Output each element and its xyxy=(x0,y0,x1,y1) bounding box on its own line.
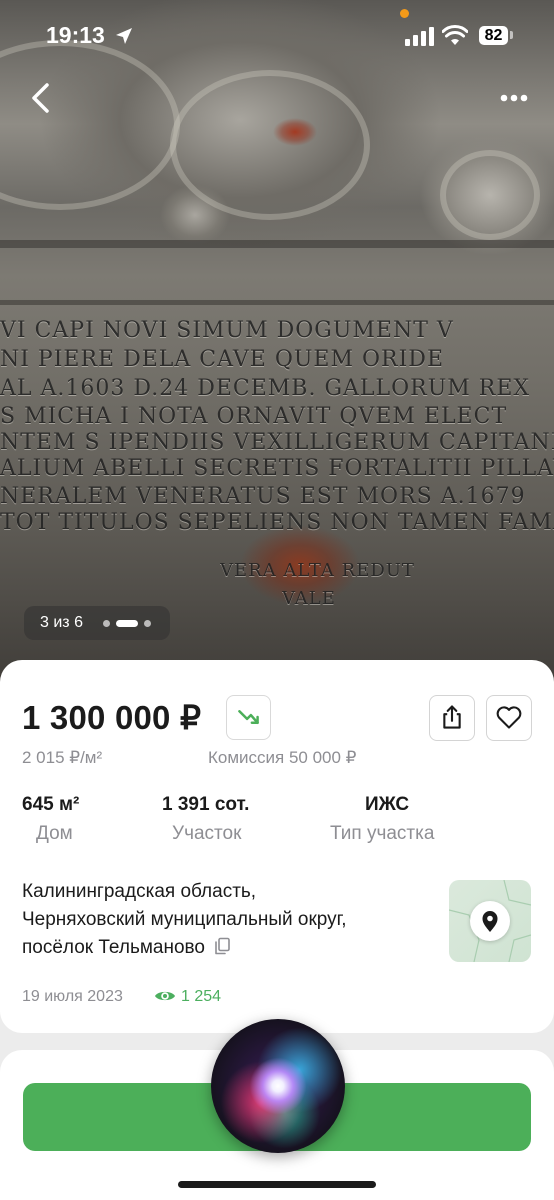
photo-detail xyxy=(0,300,554,305)
address-line: Черняховский муниципальный округ, xyxy=(22,909,347,930)
copy-icon[interactable] xyxy=(213,936,231,955)
plot-area-label: Участок xyxy=(172,823,242,844)
battery-icon: 82 xyxy=(477,24,513,47)
eye-icon xyxy=(155,991,175,1001)
plot-area-value: 1 391 сот. xyxy=(162,794,250,815)
gallery-counter: 3 из 6 xyxy=(24,606,170,640)
commission: Комиссия 50 000 ₽ xyxy=(208,748,357,767)
listing-info-card: 1 300 000 ₽ 2 015 ₽/м² Комиссия 50 000 ₽… xyxy=(0,660,554,1033)
address-line: посёлок Тельманово xyxy=(22,937,205,958)
battery-level: 82 xyxy=(479,26,508,45)
gallery-dot-active xyxy=(116,620,138,627)
inscription-line: NTEM S IPENDIIS VEXILLIGERUM CAPITANE xyxy=(0,430,554,455)
inscription-line: TOT TITULOS SEPELIENS NON TAMEN FAMA xyxy=(0,510,554,535)
photo-detail xyxy=(170,70,370,220)
chevron-left-icon[interactable] xyxy=(26,80,58,116)
address: Калининградская область, Черняховский му… xyxy=(22,878,432,962)
gallery-dot xyxy=(103,620,110,627)
price-per-m2: 2 015 ₽/м² xyxy=(22,748,103,767)
map-pin-icon xyxy=(482,911,498,932)
ellipsis-icon[interactable] xyxy=(496,86,532,110)
share-icon xyxy=(443,705,461,729)
inscription-line: AL A.1603 D.24 DECEMB. GALLORUM REX xyxy=(0,376,531,401)
battery-tip xyxy=(510,31,513,39)
privacy-indicator xyxy=(400,9,409,18)
inscription-line: VERA ALTA REDUT xyxy=(220,560,415,581)
gallery-dot xyxy=(144,620,151,627)
publish-date: 19 июля 2023 xyxy=(22,988,123,1005)
inscription-line: S MICHA I NOTA ORNAVIT QVEM ELECT xyxy=(0,404,508,429)
inscription-line: VI CAPI NOVI SIMUM DOGUMENT V xyxy=(0,318,454,343)
photo-detail xyxy=(0,240,554,248)
share-button[interactable] xyxy=(429,695,475,741)
house-area-label: Дом xyxy=(36,823,73,844)
status-bar: 19:13 82 xyxy=(0,0,554,70)
plot-type-label: Тип участка xyxy=(330,823,435,844)
signal-icon xyxy=(405,27,434,46)
gallery-counter-text: 3 из 6 xyxy=(40,614,83,631)
inscription-line: VALE xyxy=(282,588,336,609)
house-area-value: 645 м² xyxy=(22,794,80,815)
photo-detail xyxy=(440,150,540,240)
listing-photo[interactable]: VI CAPI NOVI SIMUM DOGUMENT V NI PIERE D… xyxy=(0,0,554,690)
listing-price: 1 300 000 ₽ xyxy=(22,699,202,736)
location-arrow-icon xyxy=(116,28,132,44)
address-line-last: посёлок Тельманово xyxy=(22,934,432,962)
siri-orb[interactable] xyxy=(211,1019,345,1153)
status-time: 19:13 xyxy=(46,22,105,48)
inscription-line: NERALEM VENERATUS EST MORS A.1679 xyxy=(0,484,526,509)
favorite-button[interactable] xyxy=(486,695,532,741)
trend-down-icon xyxy=(238,710,259,724)
views-count: 1 254 xyxy=(181,988,222,1005)
inscription-line: NI PIERE DELA CAVE QUEM ORIDE xyxy=(0,347,445,372)
map-pin-button xyxy=(470,901,510,941)
wifi-icon xyxy=(442,25,468,45)
home-indicator[interactable] xyxy=(178,1181,376,1188)
address-line: Калининградская область, xyxy=(22,881,257,902)
plot-type-value: ИЖС xyxy=(365,794,410,815)
map-thumbnail[interactable] xyxy=(449,880,531,962)
inscription-line: ALIUM ABELLI SECRETIS FORTALITII PILLAV xyxy=(0,456,554,481)
heart-icon xyxy=(496,706,522,729)
price-history-button[interactable] xyxy=(226,695,271,740)
